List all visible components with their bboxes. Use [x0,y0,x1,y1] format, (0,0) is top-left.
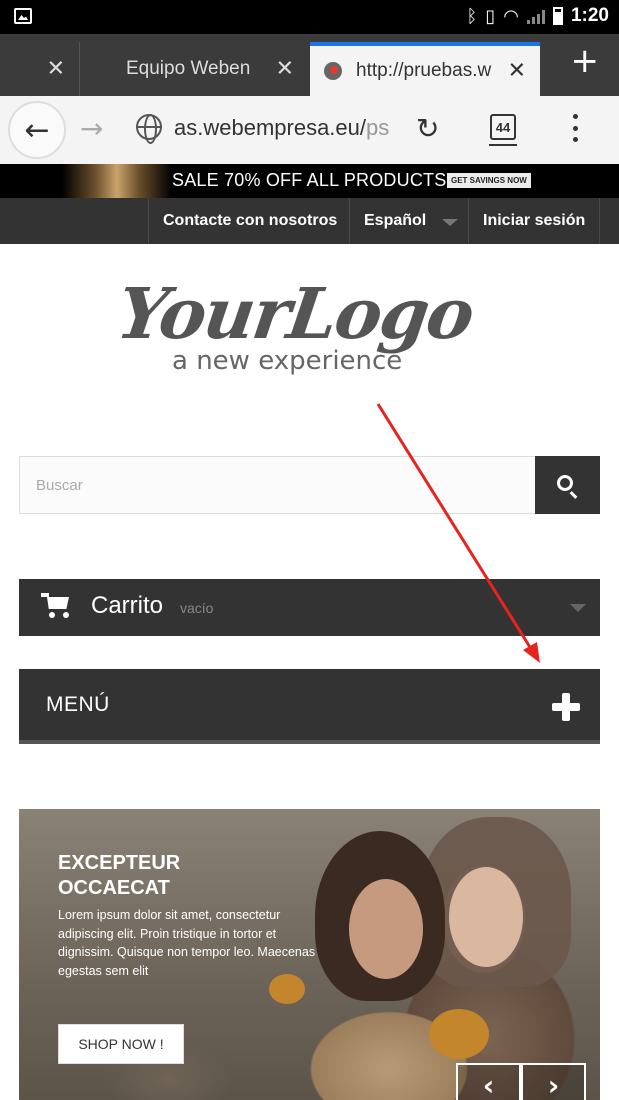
tab-count-button[interactable]: 44 [489,114,517,146]
browser-tab-strip: ✕ Equipo Weben ✕ http://pruebas.w ✕ + [0,34,619,96]
cart-icon [41,593,71,619]
tab-title: Equipo Weben [126,58,251,79]
hero-photo-detail [449,867,523,967]
top-nav: Contacte con nosotros Español Iniciar se… [0,198,619,244]
close-tab-icon[interactable]: ✕ [508,59,526,84]
address-bar: ← → as.webempresa.eu/ps ↻ 44 [0,96,619,164]
annotation-arrow-head [523,642,540,663]
promo-banner[interactable]: SALE 70% OFF ALL PRODUCTS GET SAVINGS NO… [0,164,619,198]
status-icons: ᛒ ▯ ◠ 1:20 [467,5,609,27]
cart-dropdown[interactable]: Carrito vacío [19,579,600,636]
image-icon [14,8,32,24]
search-box [19,456,600,514]
plus-icon[interactable] [552,693,580,721]
login-link[interactable]: Iniciar sesión [468,198,600,244]
chevron-down-icon [442,219,458,226]
reload-button[interactable]: ↻ [416,112,439,145]
status-bar: ᛒ ▯ ◠ 1:20 [0,0,619,34]
new-tab-button[interactable]: + [571,44,600,78]
search-icon [557,475,573,491]
logo-wordmark: YourLogo [112,272,478,355]
slider-next-button[interactable]: › [521,1063,586,1100]
promo-text: SALE 70% OFF ALL PRODUCTS [172,170,447,190]
url-field[interactable]: as.webempresa.eu/ps [174,115,396,141]
language-label: Español [364,212,427,229]
cart-label: Carrito [91,592,164,619]
tab-title: http://pruebas.w [356,60,492,81]
search-input[interactable] [20,457,536,513]
hero-photo-detail [429,1009,489,1059]
search-button[interactable] [535,456,600,514]
hero-slider: EXCEPTEUR OCCAECAT Lorem ipsum dolor sit… [19,809,600,1100]
browser-tab-1[interactable]: ✕ [0,42,80,96]
hero-title: EXCEPTEUR OCCAECAT [58,852,181,899]
contact-link[interactable]: Contacte con nosotros [148,198,349,244]
contact-label: Contacte con nosotros [163,212,338,229]
vibrate-icon: ▯ [485,5,496,27]
promo-image [62,164,172,198]
url-text: as.webempresa.eu/ [174,115,366,140]
back-button[interactable]: ← [8,101,66,159]
browser-tab-active[interactable]: http://pruebas.w ✕ [310,42,540,96]
slider-controls: ‹ › [456,1063,586,1100]
close-tab-icon[interactable]: ✕ [276,57,294,82]
language-selector[interactable]: Español [349,198,468,244]
bluetooth-icon: ᛒ [466,5,478,27]
clock: 1:20 [570,5,609,26]
close-tab-icon[interactable]: ✕ [47,57,65,82]
globe-icon [136,114,162,144]
hero-photo-detail [349,879,423,979]
promo-cta-button[interactable]: GET SAVINGS NOW [447,173,531,188]
site-logo[interactable]: YourLogo a new experience [110,268,490,388]
menu-toggle[interactable]: MENÚ [19,669,600,744]
login-label: Iniciar sesión [483,212,586,229]
site-favicon-icon [324,62,342,80]
shop-now-button[interactable]: SHOP NOW ! [58,1024,184,1064]
logo-tagline: a new experience [172,346,403,376]
cart-status: vacío [180,600,214,616]
menu-label: MENÚ [46,693,110,716]
slider-prev-button[interactable]: ‹ [456,1063,521,1100]
browser-tab-2[interactable]: Equipo Weben ✕ [80,42,308,96]
chevron-down-icon [570,604,586,612]
signal-icon [526,8,545,24]
wifi-icon: ◠ [503,5,519,27]
overflow-menu-icon[interactable] [566,114,584,142]
hero-body: Lorem ipsum dolor sit amet, consectetur … [58,908,316,978]
forward-button[interactable]: → [80,112,103,145]
url-text-faded: ps [366,115,390,140]
battery-icon [552,7,563,25]
